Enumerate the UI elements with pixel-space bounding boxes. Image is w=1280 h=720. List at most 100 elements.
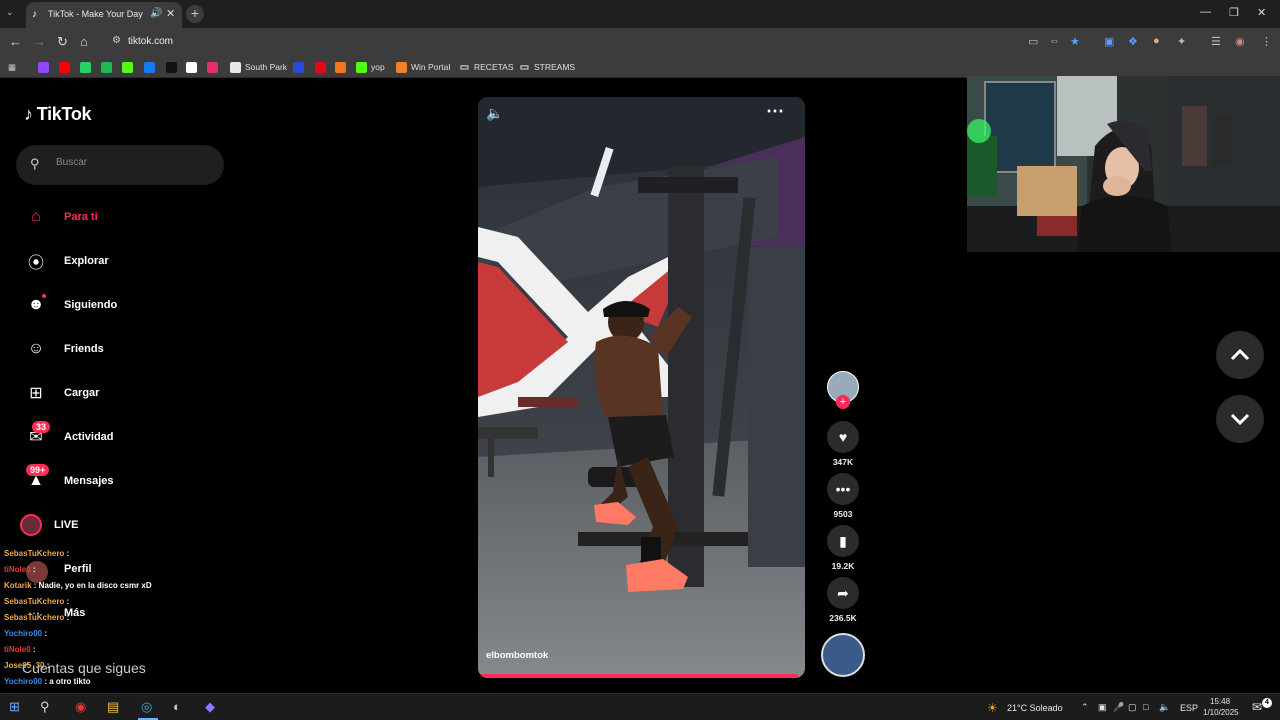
nav-siguiendo[interactable]: ☻ Siguiendo	[24, 293, 224, 317]
comment-button[interactable]: ••• 9503	[827, 473, 859, 519]
address-bar[interactable]: ⚙ tiktok.com	[104, 31, 1104, 53]
tab-title: TikTok - Make Your Day	[48, 9, 143, 19]
nav-mensajes[interactable]: ▲ Mensajes	[24, 469, 224, 493]
weather-sun-icon[interactable]: ☀	[987, 701, 998, 715]
clock-time[interactable]: 15:48	[1210, 697, 1230, 706]
home-button-icon[interactable]: ⌂	[80, 34, 88, 49]
video-author[interactable]: elbombomtok	[486, 650, 548, 661]
chat-username: Yochiro00	[4, 677, 43, 686]
nav-perfil-label[interactable]: Perfil	[64, 563, 92, 575]
extension-egg-icon[interactable]: ●	[1153, 35, 1160, 47]
extensions-puzzle-icon[interactable]: ✦	[1177, 35, 1186, 48]
browser-menu-icon[interactable]: ⋮	[1261, 35, 1272, 48]
bookmark-whatsapp[interactable]	[80, 60, 95, 74]
bookmark-label: Win Portal	[411, 62, 451, 72]
search-bar[interactable]: ⚲	[16, 145, 224, 185]
new-tab-button[interactable]: +	[186, 5, 204, 23]
weather-text[interactable]: 21°C Soleado	[1007, 703, 1063, 713]
music-disc-avatar[interactable]	[821, 633, 865, 677]
bookmark-icon: ▮	[827, 525, 859, 557]
extension-translate-icon[interactable]: ▣	[1104, 35, 1114, 48]
bookmark-folder[interactable]: ▭ RECETAS	[459, 60, 514, 74]
tab-search-icon[interactable]: ⌄	[6, 7, 14, 18]
bookmark-instagram[interactable]	[207, 60, 222, 74]
tab-tiktok[interactable]: ♪ TikTok - Make Your Day 🔊 ✕	[26, 2, 182, 28]
apps-grid-icon[interactable]: ▦	[8, 60, 16, 74]
bookmark-facebook[interactable]	[144, 60, 159, 74]
nav-para-ti[interactable]: ⌂ Para ti	[24, 205, 224, 229]
profile-avatar-icon[interactable]: ◉	[1235, 35, 1245, 48]
language-indicator[interactable]: ESP	[1180, 703, 1198, 713]
tiktok-logo[interactable]: ♪ TikTok	[24, 104, 92, 125]
bookmark-folder[interactable]: ▭ STREAMS	[519, 60, 575, 74]
forward-icon[interactable]: →	[33, 34, 46, 49]
reload-icon[interactable]: ↻	[57, 34, 68, 50]
taskbar-app-icon[interactable]: ◉	[75, 699, 86, 715]
video-player[interactable]: 🔈 ⋯ elbombomtok	[478, 97, 805, 678]
whatsapp-icon	[80, 61, 91, 73]
nav-live[interactable]: LIVE	[20, 513, 220, 537]
friends-icon: ☺	[27, 340, 45, 357]
tab-audio-icon[interactable]: 🔊	[150, 8, 162, 19]
restore-icon[interactable]: ❐	[1229, 6, 1239, 19]
video-progress-bar[interactable]	[478, 674, 799, 678]
back-icon[interactable]: ←	[9, 34, 22, 49]
chat-message: Yochiro00 : a otro tikto	[4, 677, 91, 686]
bookmark-spotify[interactable]	[101, 60, 116, 74]
taskbar-search-icon[interactable]: ⚲	[40, 699, 50, 715]
windows-start-icon[interactable]: ⊞	[9, 699, 20, 715]
reading-list-icon[interactable]: ☰	[1211, 35, 1221, 48]
bookmark-kick[interactable]	[122, 60, 137, 74]
nav-friends[interactable]: ☺ Friends	[24, 337, 224, 361]
crunchyroll-icon	[335, 61, 346, 73]
author-avatar[interactable]: +	[827, 371, 859, 409]
follow-plus-icon[interactable]: +	[836, 395, 850, 409]
bookmark-kick[interactable]: yop	[356, 60, 385, 74]
bookmark-m[interactable]	[293, 60, 308, 74]
next-video-button[interactable]	[1216, 395, 1264, 443]
nav-explorar[interactable]: ⦿ Explorar	[24, 249, 224, 273]
minimize-icon[interactable]: —	[1200, 6, 1211, 18]
cast-icon[interactable]: ▭	[1028, 35, 1038, 48]
bookmark-fire[interactable]: Win Portal	[396, 60, 450, 74]
obs-icon[interactable]: ◐	[173, 699, 181, 714]
bookmark-twitch[interactable]	[38, 60, 53, 74]
file-explorer-icon[interactable]: ▤	[107, 699, 119, 715]
bookmark-southpark[interactable]: South Park	[230, 60, 287, 74]
like-button[interactable]: ♥ 347K	[827, 421, 859, 467]
bookmark-label: RECETAS	[474, 62, 514, 72]
microphone-icon[interactable]: 🎤	[1113, 702, 1124, 713]
tab-close-icon[interactable]: ✕	[166, 7, 175, 20]
volume-icon[interactable]: 🔈	[486, 105, 503, 122]
previous-video-button[interactable]	[1216, 331, 1264, 379]
like-count: 347K	[832, 457, 854, 467]
nav-actividad[interactable]: ✉ Actividad	[24, 425, 224, 449]
bookmark-youtube[interactable]	[59, 60, 74, 74]
tray-device-icon[interactable]: ▢	[1128, 702, 1137, 713]
notification-count-badge: 4	[1262, 698, 1272, 708]
window-close-icon[interactable]: ✕	[1257, 6, 1266, 19]
save-button[interactable]: ▮ 19.2K	[827, 525, 859, 571]
clock-date[interactable]: 1/10/2025	[1203, 708, 1239, 717]
notifications-icon[interactable]: ✉	[1252, 700, 1262, 714]
site-info-icon[interactable]: ⚙	[112, 35, 121, 46]
bookmark-star-icon[interactable]: ★	[1070, 35, 1080, 48]
bookmark-tiktok[interactable]	[166, 60, 181, 74]
spotify-icon	[101, 61, 112, 73]
share-button[interactable]: ➦ 236.5K	[827, 577, 859, 623]
video-more-icon[interactable]: ⋯	[766, 101, 784, 122]
bookmark-crunchyroll[interactable]	[335, 60, 350, 74]
bookmark-amazon[interactable]	[186, 60, 201, 74]
network-icon[interactable]: □	[1143, 702, 1148, 712]
nav-cargar[interactable]: ⊞ Cargar	[24, 381, 224, 405]
translate-icon[interactable]: ⇔	[1049, 35, 1060, 47]
amazon-icon	[186, 61, 197, 73]
discord-icon[interactable]: ◆	[205, 699, 215, 715]
search-input[interactable]	[56, 157, 206, 168]
chrome-icon[interactable]: ◎	[141, 699, 152, 715]
bookmark-netflix[interactable]	[315, 60, 330, 74]
extension-audio-icon[interactable]: ❖	[1128, 35, 1138, 48]
speaker-icon[interactable]: 🔈	[1159, 702, 1170, 713]
tray-app-icon[interactable]: ▣	[1098, 702, 1107, 713]
tray-chevron-icon[interactable]: ⌃	[1081, 702, 1089, 713]
